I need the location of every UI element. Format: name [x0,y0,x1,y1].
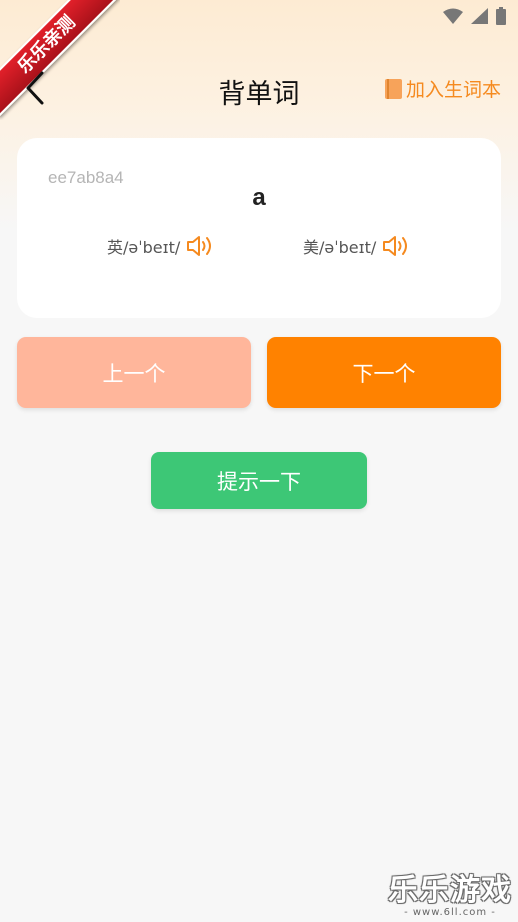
book-icon [384,78,402,99]
watermark: 乐乐游戏 - www.6ll.com - [388,865,512,918]
add-to-vocabulary-label: 加入生词本 [405,79,501,101]
word-card: ee7ab8a4 a 英/əˈbeɪt/ 美/əˈbeɪt/ [17,138,501,318]
uk-speaker-button[interactable] [186,234,216,258]
speaker-icon [383,236,408,256]
word-text: a [252,184,266,211]
signal-icon [471,8,488,24]
uk-phonetic-text: 英/əˈbeɪt/ [107,238,181,257]
us-pronunciation: 美/əˈbeɪt/ [303,234,412,258]
us-phonetic-text: 美/əˈbeɪt/ [303,238,377,257]
add-to-vocabulary-button[interactable]: 加入生词本 [384,75,501,102]
watermark-sub: - www.6ll.com - [404,907,496,918]
next-button[interactable]: 下一个 [267,337,501,408]
hint-button[interactable]: 提示一下 [151,452,367,509]
previous-button[interactable]: 上一个 [17,337,251,408]
watermark-main: 乐乐游戏 [388,873,512,908]
wifi-icon [443,8,463,24]
speaker-icon [187,236,212,256]
header: 背单词 加入生词本 [0,60,518,116]
uk-pronunciation: 英/əˈbeɪt/ [107,234,216,258]
battery-icon [496,7,506,25]
us-speaker-button[interactable] [382,234,412,258]
notification-icon [80,9,92,21]
status-bar [0,0,518,34]
